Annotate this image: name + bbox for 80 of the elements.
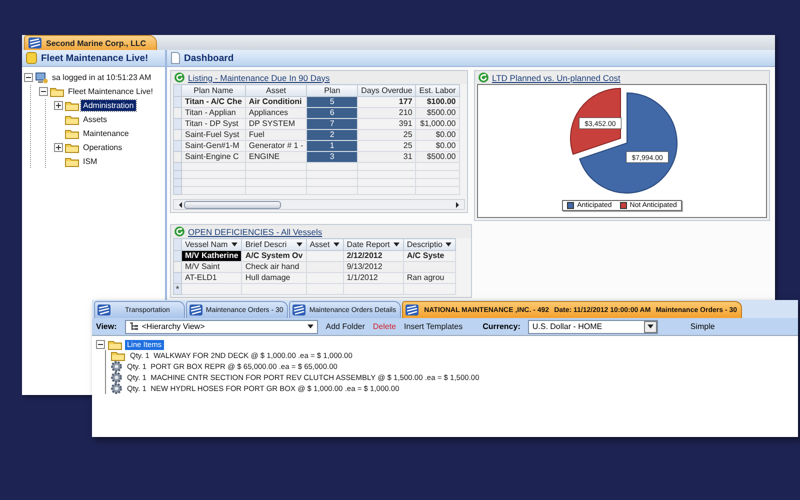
column-header[interactable]: Vessel Nam	[182, 238, 242, 250]
window-tab[interactable]: Second Marine Corp., LLC	[24, 35, 158, 50]
sort-arrow-icon[interactable]	[332, 242, 340, 247]
column-header[interactable]: Descriptio	[403, 238, 456, 250]
table-cell: 2	[307, 130, 358, 140]
folder-icon	[65, 142, 79, 153]
gear-icon	[111, 383, 122, 394]
folder-icon	[111, 350, 125, 361]
collapse-icon[interactable]	[39, 87, 48, 96]
table-cell: 1/1/2012	[343, 272, 404, 284]
view-label: View:	[96, 322, 117, 331]
view-dropdown[interactable]: <Hierarchy View>	[124, 320, 318, 334]
header-label: Vessel Nam	[185, 239, 228, 250]
stripes-icon	[292, 304, 306, 316]
table-cell: 7	[307, 119, 358, 129]
expand-icon[interactable]	[54, 101, 63, 110]
table-cell: 3	[307, 152, 358, 162]
expand-icon[interactable]	[54, 143, 63, 152]
sidebar-title: Fleet Maintenance Live!	[41, 52, 148, 64]
new-row-marker: *	[174, 284, 182, 294]
folder-icon	[65, 128, 79, 139]
column-header[interactable]: Asset	[306, 238, 344, 250]
column-header[interactable]: Days Overdue	[358, 84, 416, 96]
table-cell: AT-ELD1	[182, 272, 242, 284]
currency-dropdown[interactable]: U.S. Dollar - HOME	[528, 320, 658, 334]
currency-label: Currency:	[482, 322, 520, 331]
sort-arrow-icon[interactable]	[445, 242, 452, 247]
column-header[interactable]: Date Report	[343, 238, 404, 250]
folder-icon	[65, 114, 79, 125]
header-label: Date Report	[346, 239, 390, 250]
stripes-icon	[405, 304, 420, 316]
tree-item[interactable]: sa logged in at 10:51:23 AM	[50, 72, 154, 83]
toolbar-link[interactable]: Insert Templates	[404, 322, 463, 331]
table-cell: 1	[307, 141, 358, 151]
legend-swatch	[620, 202, 627, 209]
table-cell: Ran agrou	[403, 272, 456, 284]
collapse-icon[interactable]	[96, 340, 105, 349]
stripes-icon	[28, 37, 42, 49]
tree-item[interactable]: Maintenance	[81, 128, 131, 139]
sort-arrow-icon[interactable]	[231, 242, 238, 247]
header-label: Descriptio	[406, 239, 442, 250]
gear-icon	[111, 372, 122, 383]
header-label: Brief Descri	[245, 239, 287, 250]
table-cell: Hull damage	[242, 272, 306, 284]
note-icon	[26, 52, 37, 64]
tree-item[interactable]: ISM	[81, 156, 100, 167]
folder-icon	[65, 156, 79, 167]
table-cell: 6	[307, 108, 358, 118]
legend-swatch	[567, 202, 574, 209]
hierarchy-icon	[128, 322, 139, 331]
column-header[interactable]: Asset	[245, 84, 307, 96]
tree-item[interactable]: Assets	[81, 114, 110, 125]
dropdown-arrow-icon[interactable]	[306, 324, 314, 329]
folder-icon	[65, 100, 79, 111]
column-header[interactable]: Plan Name	[182, 84, 246, 96]
collapse-icon[interactable]	[24, 73, 33, 82]
horizontal-scrollbar[interactable]	[173, 199, 465, 210]
mode-label: Simple	[690, 322, 715, 331]
sort-arrow-icon[interactable]	[392, 242, 400, 247]
tree-item[interactable]: Administration	[81, 100, 136, 111]
toolbar-link[interactable]: Delete	[372, 322, 396, 331]
folder-icon	[108, 339, 122, 350]
tree-item[interactable]: Fleet Maintenance Live!	[66, 86, 155, 97]
dashboard-title: Dashboard	[184, 52, 234, 64]
tree-item[interactable]: Operations	[81, 142, 124, 153]
page-icon	[171, 52, 180, 64]
computer-icon	[35, 72, 48, 84]
folder-icon	[50, 86, 64, 97]
column-header[interactable]: Est. Labor	[416, 84, 460, 96]
gear-icon	[111, 361, 122, 372]
table-cell: M/V Katherine	[182, 251, 242, 261]
stripes-icon	[97, 304, 111, 316]
dropdown-arrow-icon[interactable]	[647, 324, 654, 329]
toolbar-link[interactable]: Add Folder	[326, 322, 365, 331]
column-header[interactable]: Plan	[306, 84, 358, 96]
stripes-icon	[188, 304, 203, 316]
header-label: Asset	[310, 239, 330, 250]
column-header[interactable]: Brief Descri	[242, 238, 306, 250]
table-cell: 5	[307, 97, 358, 107]
sort-arrow-icon[interactable]	[296, 242, 303, 247]
